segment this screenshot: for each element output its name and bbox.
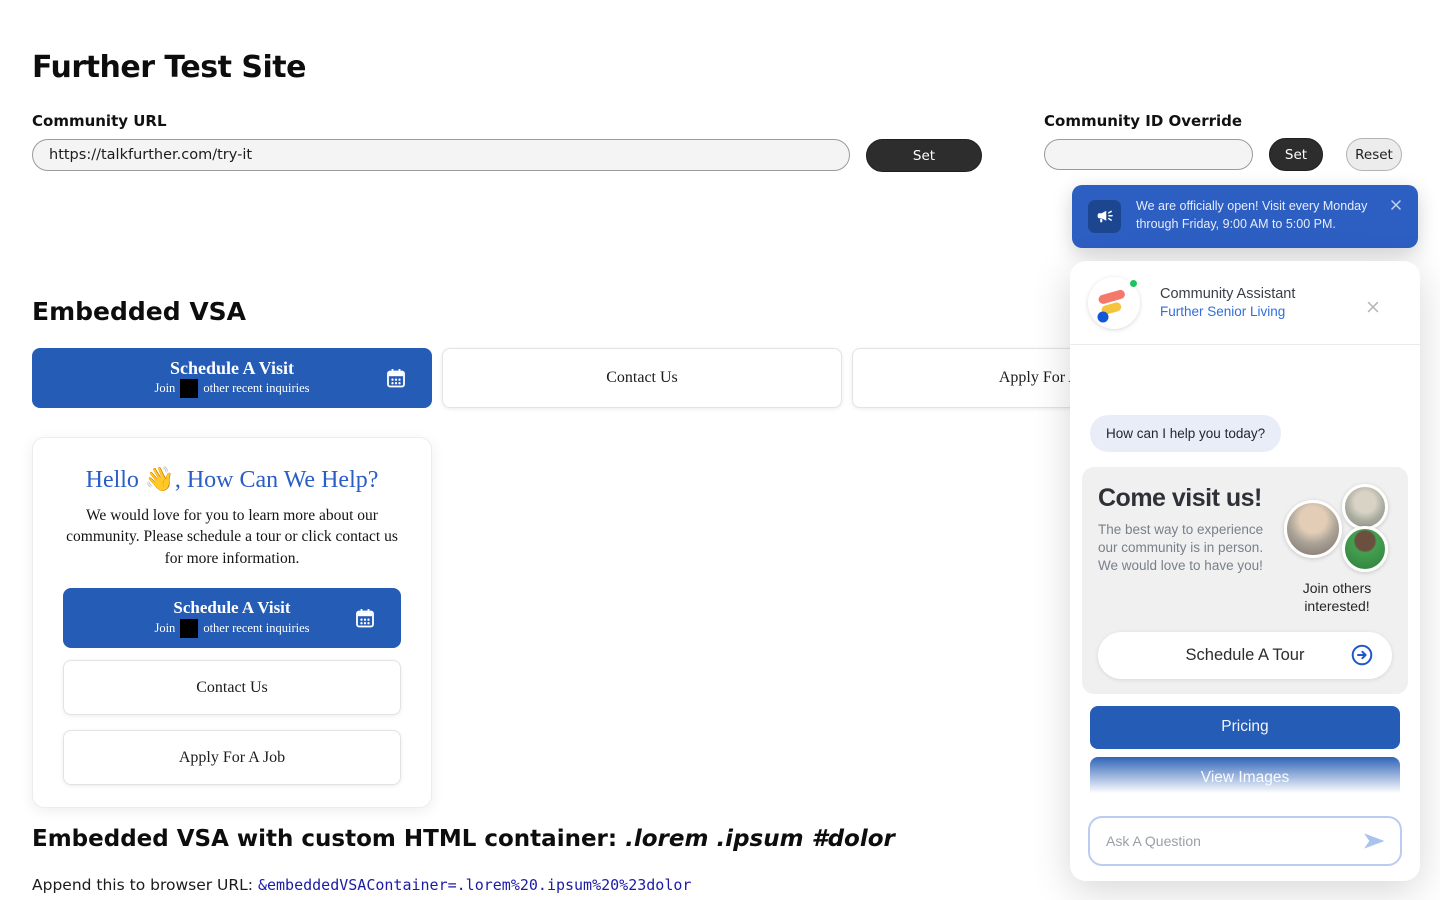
- community-url-set-button[interactable]: Set: [866, 139, 982, 172]
- chat-header: Community Assistant Further Senior Livin…: [1070, 261, 1420, 345]
- chat-input-bar: [1070, 801, 1420, 881]
- contact-us-button[interactable]: Contact Us: [442, 348, 842, 408]
- card-schedule-visit-subtitle: Join other recent inquiries: [154, 619, 309, 638]
- community-link[interactable]: Further Senior Living: [1160, 304, 1285, 319]
- card-apply-job-button[interactable]: Apply For A Job: [63, 730, 401, 785]
- ask-question-field[interactable]: [1088, 816, 1402, 866]
- come-visit-body: The best way to experience our community…: [1098, 521, 1282, 576]
- pricing-button[interactable]: Pricing: [1090, 706, 1400, 749]
- avatar: [1342, 484, 1388, 530]
- send-icon[interactable]: [1360, 827, 1388, 855]
- announcement-banner: We are officially open! Visit every Mond…: [1072, 185, 1418, 248]
- redaction-box: [180, 379, 198, 398]
- community-url-label: Community URL: [32, 112, 167, 130]
- vsa-card-greeting: Hello 👋, How Can We Help?: [33, 465, 431, 494]
- announcement-text: We are officially open! Visit every Mond…: [1136, 198, 1388, 233]
- announcement-close-icon[interactable]: [1388, 197, 1404, 213]
- vsa-card: Hello 👋, How Can We Help? We would love …: [32, 437, 432, 808]
- avatar-cluster: [1282, 484, 1392, 576]
- chat-close-icon[interactable]: [1364, 298, 1382, 316]
- vsa-card-description: We would love for you to learn more abou…: [63, 505, 401, 569]
- page: Further Test Site Community URL Set Comm…: [0, 0, 1440, 900]
- schedule-visit-subtitle: Join other recent inquiries: [154, 379, 309, 398]
- custom-container-heading-code: .lorem .ipsum #dolor: [625, 826, 895, 852]
- calendar-icon: [353, 606, 377, 630]
- ask-question-input[interactable]: [1090, 833, 1360, 849]
- custom-container-heading: Embedded VSA with custom HTML container:…: [32, 826, 895, 852]
- megaphone-icon: [1088, 200, 1121, 233]
- assistant-message-bubble: How can I help you today?: [1090, 415, 1281, 452]
- page-title: Further Test Site: [32, 50, 306, 85]
- append-url-line: Append this to browser URL: &embeddedVSA…: [32, 876, 691, 894]
- community-id-input[interactable]: [1044, 139, 1253, 170]
- chat-panel: Community Assistant Further Senior Livin…: [1070, 261, 1420, 881]
- schedule-visit-button[interactable]: Schedule A Visit Join other recent inqui…: [32, 348, 432, 408]
- custom-container-heading-text: Embedded VSA with custom HTML container:: [32, 826, 625, 852]
- card-schedule-visit-title: Schedule A Visit: [173, 598, 290, 618]
- avatar: [1342, 526, 1388, 572]
- view-images-button[interactable]: View Images: [1090, 757, 1400, 800]
- come-visit-card: Come visit us! The best way to experienc…: [1082, 467, 1408, 694]
- append-url-label: Append this to browser URL:: [32, 876, 258, 894]
- community-id-reset-button[interactable]: Reset: [1346, 138, 1402, 171]
- community-url-input[interactable]: [32, 139, 850, 171]
- embedded-vsa-heading: Embedded VSA: [32, 297, 246, 326]
- vsa-button-row: Schedule A Visit Join other recent inqui…: [32, 348, 1252, 408]
- avatar: [1284, 500, 1342, 558]
- append-url-code: &embeddedVSAContainer=.lorem%20.ipsum%20…: [258, 876, 691, 894]
- schedule-visit-title: Schedule A Visit: [170, 358, 294, 379]
- assistant-title: Community Assistant: [1160, 286, 1295, 302]
- card-schedule-visit-button[interactable]: Schedule A Visit Join other recent inqui…: [63, 588, 401, 648]
- schedule-tour-button[interactable]: Schedule A Tour: [1098, 632, 1392, 679]
- chat-message-area: How can I help you today? Come visit us!…: [1070, 345, 1420, 801]
- arrow-circle-icon: [1350, 643, 1374, 667]
- online-status-dot: [1128, 278, 1139, 289]
- card-contact-us-button[interactable]: Contact Us: [63, 660, 401, 715]
- calendar-icon: [384, 366, 408, 390]
- come-visit-title: Come visit us!: [1098, 484, 1282, 513]
- redaction-box: [180, 619, 198, 638]
- avatars-caption: Join others interested!: [1282, 580, 1392, 616]
- community-id-set-button[interactable]: Set: [1269, 138, 1323, 171]
- community-id-label: Community ID Override: [1044, 112, 1242, 130]
